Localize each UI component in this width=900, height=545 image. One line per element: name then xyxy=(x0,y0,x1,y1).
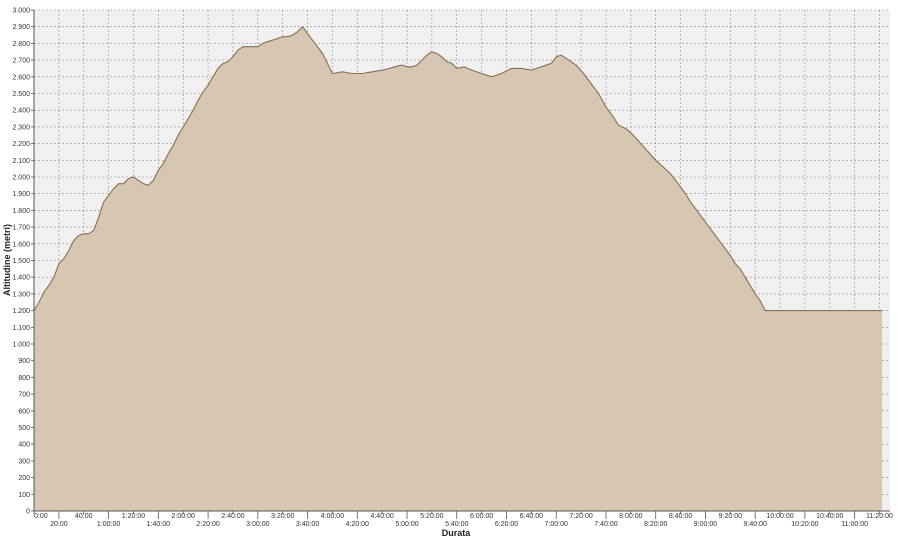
x-axis-title: Durata xyxy=(442,528,472,538)
y-tick-label-13: 1.300 xyxy=(12,291,30,298)
x-tick-label-17: 5:40:00 xyxy=(445,521,468,528)
y-tick-label-17: 1.700 xyxy=(12,225,30,232)
x-tick-label-2: 40:00 xyxy=(75,513,93,520)
y-tick-label-3: 300 xyxy=(18,458,30,465)
x-tick-label-12: 4:00:00 xyxy=(321,513,344,520)
y-tick-label-14: 1.400 xyxy=(12,275,30,282)
y-tick-label-2: 200 xyxy=(18,475,30,482)
y-tick-label-7: 700 xyxy=(18,392,30,399)
x-tick-label-30: 10:00:00 xyxy=(766,513,793,520)
x-tick-label-28: 9:20:00 xyxy=(719,513,742,520)
y-tick-label-12: 1.200 xyxy=(12,308,30,315)
y-tick-label-5: 500 xyxy=(18,425,30,432)
x-tick-label-22: 7:20:00 xyxy=(569,513,592,520)
y-tick-label-26: 2.600 xyxy=(12,74,30,81)
y-tick-label-21: 2.100 xyxy=(12,158,30,165)
x-tick-label-26: 8:40:00 xyxy=(669,513,692,520)
elevation-profile-chart: 0 100 200 300 400 500 600 700 800 900 1.000 1.100 1.… xyxy=(0,0,900,540)
x-tick-label-34: 11:20:00 xyxy=(866,513,893,520)
y-tick-label-22: 2.200 xyxy=(12,141,30,148)
x-tick-label-29: 9:40:00 xyxy=(743,521,766,528)
y-tick-label-25: 2.500 xyxy=(12,91,30,98)
chart-svg: 0 100 200 300 400 500 600 700 800 900 1.000 1.100 1.… xyxy=(2,8,893,539)
y-tick-label-1: 100 xyxy=(18,492,30,499)
x-tick-label-20: 6:40:00 xyxy=(520,513,543,520)
y-tick-label-23: 2.300 xyxy=(12,124,30,131)
y-tick-label-16: 1.600 xyxy=(12,241,30,248)
x-tick-label-24: 8:00:00 xyxy=(619,513,642,520)
y-tick-label-4: 400 xyxy=(18,442,30,449)
y-tick-label-30: 3.000 xyxy=(12,8,30,15)
y-tick-label-11: 1.100 xyxy=(12,325,30,332)
x-tick-label-10: 3:20:00 xyxy=(271,513,294,520)
x-tick-labels: 0:0020:00 40:00 1:00:001:20:001:40:002:00:… xyxy=(33,511,893,528)
x-tick-label-16: 5:20:00 xyxy=(420,513,443,520)
x-tick-label-11: 3:40:00 xyxy=(296,521,319,528)
y-tick-label-19: 1.900 xyxy=(12,191,30,198)
y-tick-label-28: 2.800 xyxy=(12,41,30,48)
x-tick-label-21: 7:00:00 xyxy=(545,521,568,528)
x-tick-label-4: 1:20:00 xyxy=(122,513,145,520)
x-tick-label-15: 5:00:00 xyxy=(395,521,418,528)
x-tick-label-23: 7:40:00 xyxy=(594,521,617,528)
x-tick-label-9: 3:00:00 xyxy=(246,521,269,528)
x-tick-label-3: 1:00:00 xyxy=(97,521,120,528)
x-tick-label-8: 2:40:00 xyxy=(221,513,244,520)
x-tick-label-27: 9:00:00 xyxy=(694,521,717,528)
y-tick-label-24: 2.400 xyxy=(12,108,30,115)
x-tick-label-1: 20:00 xyxy=(50,521,68,528)
x-tick-label-18: 6:00:00 xyxy=(470,513,493,520)
y-tick-label-27: 2.700 xyxy=(12,58,30,65)
x-tick-label-13: 4:20:00 xyxy=(346,521,369,528)
x-tick-label-0: 0:00 xyxy=(34,513,48,520)
y-tick-label-10: 1.000 xyxy=(12,342,30,349)
x-tick-label-19: 6:20:00 xyxy=(495,521,518,528)
y-tick-label-18: 1.800 xyxy=(12,208,30,215)
x-tick-label-25: 8:20:00 xyxy=(644,521,667,528)
y-tick-label-9: 900 xyxy=(18,358,30,365)
y-tick-label-29: 2.900 xyxy=(12,24,30,31)
x-tick-label-5: 1:40:00 xyxy=(147,521,170,528)
x-tick-label-14: 4:40:00 xyxy=(370,513,393,520)
y-tick-label-15: 1.500 xyxy=(12,258,30,265)
y-tick-labels: 0 100 200 300 400 500 600 700 800 900 1.000 1.100 1.… xyxy=(12,8,34,516)
y-tick-label-0: 0 xyxy=(26,509,30,516)
y-tick-label-8: 800 xyxy=(18,375,30,382)
x-tick-label-7: 2:20:00 xyxy=(196,521,219,528)
y-tick-label-20: 2.000 xyxy=(12,175,30,182)
y-axis-title: Altitudine (metri) xyxy=(2,224,12,296)
x-tick-label-33: 11:00:00 xyxy=(841,521,868,528)
x-tick-label-31: 10:20:00 xyxy=(791,521,818,528)
x-tick-label-6: 2:00:00 xyxy=(172,513,195,520)
x-tick-label-32: 10:40:00 xyxy=(816,513,843,520)
y-tick-label-6: 600 xyxy=(18,408,30,415)
